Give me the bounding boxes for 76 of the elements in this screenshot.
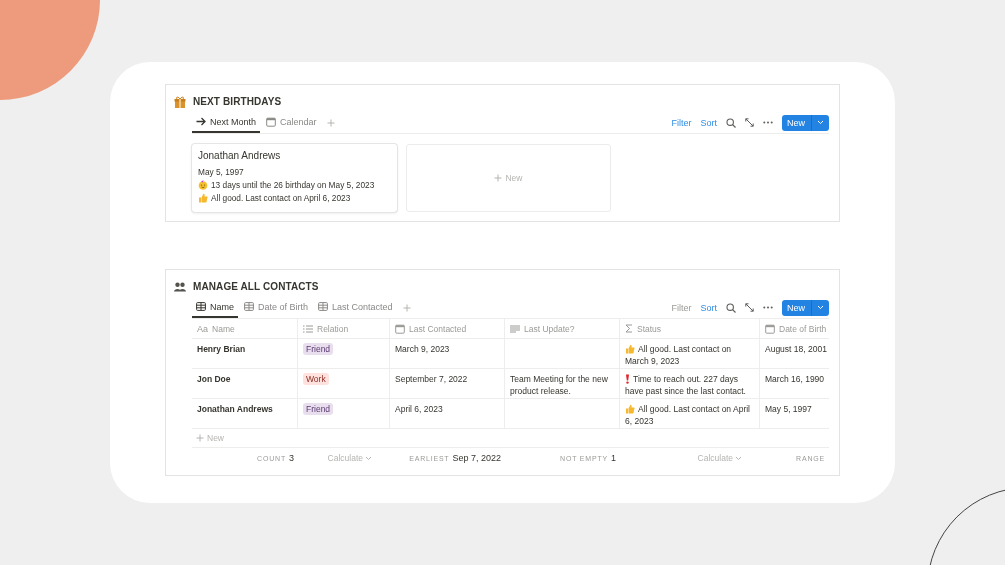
expand-icon[interactable]: [745, 303, 754, 312]
list-icon: [303, 324, 313, 333]
party-face-icon: [198, 180, 208, 190]
thumbs-up-icon: [625, 404, 635, 414]
people-icon: [174, 281, 186, 292]
filter-button[interactable]: Filter: [671, 302, 692, 313]
date-cell: March 16, 1990: [760, 369, 829, 399]
card-property: 13 days until the 26 birthday on May 5, 2023: [211, 180, 375, 190]
more-icon[interactable]: [763, 306, 773, 309]
calendar-icon: [765, 323, 775, 334]
card-property: May 5, 1997: [198, 167, 244, 177]
date-cell: April 6, 2023: [390, 399, 505, 429]
status-text: Time to reach out. 227 days have past since the last contact.: [625, 373, 747, 397]
table-icon: [244, 302, 254, 311]
column-header[interactable]: Aa Name: [192, 319, 298, 339]
date-cell: September 7, 2022: [390, 369, 505, 399]
relation-tag: Friend: [303, 403, 334, 415]
calculate-button[interactable]: Calculate: [327, 453, 372, 463]
relation-tag: Work: [303, 373, 329, 385]
sort-button[interactable]: Sort: [700, 302, 717, 313]
search-icon[interactable]: [726, 302, 736, 313]
view-tab[interactable]: Calendar: [262, 112, 321, 133]
column-header[interactable]: Status: [620, 319, 760, 339]
new-row-button[interactable]: New: [192, 429, 829, 448]
name-cell: Henry Brian: [192, 339, 298, 369]
calculation-value: 3: [289, 453, 294, 463]
table-icon: [196, 302, 206, 311]
exclamation-icon: [625, 374, 630, 384]
chevron-icon: [735, 455, 742, 461]
thumbs-up-icon: [198, 193, 208, 203]
section-title: MANAGE ALL CONTACTS: [193, 281, 319, 292]
status-text: All good. Last contact on March 9, 2023: [625, 343, 733, 367]
gift-icon: [174, 95, 186, 108]
new-button[interactable]: New: [782, 299, 829, 316]
more-icon[interactable]: [763, 121, 773, 124]
date-cell: May 5, 1997: [760, 399, 829, 429]
chevron-icon: [817, 120, 824, 125]
calculate-button[interactable]: Calculate: [697, 453, 742, 463]
new-card-button[interactable]: New: [406, 144, 611, 212]
relation-tag: Friend: [303, 343, 334, 355]
sigma-icon: [625, 324, 633, 333]
card-title: Jonathan Andrews: [198, 150, 282, 161]
plus-icon: [494, 174, 503, 182]
view-tab[interactable]: Date of Birth: [240, 297, 313, 318]
thumbs-up-icon: [625, 344, 635, 354]
chevron-icon: [817, 305, 824, 310]
calendar-icon: [266, 116, 277, 127]
column-header[interactable]: Relation: [298, 319, 390, 339]
text-lines-icon: [510, 324, 520, 333]
arrow-icon: [196, 117, 206, 126]
column-header[interactable]: Date of Birth: [760, 319, 829, 339]
calendar-icon: [395, 323, 405, 334]
view-tab[interactable]: Next Month: [192, 112, 261, 133]
text-cell: Team Meeting for the new product release.: [505, 369, 620, 399]
new-button[interactable]: New: [782, 114, 829, 131]
view-tab[interactable]: Name: [192, 297, 238, 318]
date-cell: March 9, 2023: [390, 339, 505, 369]
chevron-icon: [365, 455, 372, 461]
filter-button[interactable]: Filter: [671, 117, 692, 128]
card-property: All good. Last contact on April 6, 2023: [211, 193, 351, 203]
status-text: All good. Last contact on April 6, 2023: [625, 403, 751, 427]
name-cell: Jon Doe: [192, 369, 298, 399]
section-title: NEXT BIRTHDAYS: [193, 96, 282, 107]
column-header[interactable]: Last Contacted: [390, 319, 505, 339]
table-icon: [318, 302, 329, 311]
gallery-card[interactable]: Jonathan Andrews May 5, 1997 13 days until the 26 birthday on May 5, 2023 All good. Last contact on April 6, 2023: [192, 144, 397, 212]
calculation-value: 1: [611, 453, 616, 463]
expand-icon[interactable]: [745, 118, 754, 127]
plus-icon: [196, 434, 204, 442]
search-icon[interactable]: [726, 117, 736, 128]
date-cell: August 18, 2001: [760, 339, 829, 369]
name-cell: Jonathan Andrews: [192, 399, 298, 429]
calculation-value: Sep 7, 2022: [452, 453, 501, 463]
view-tab[interactable]: Last Contacted: [314, 297, 397, 318]
sort-button[interactable]: Sort: [700, 117, 717, 128]
column-header[interactable]: Last Update?: [505, 319, 620, 339]
